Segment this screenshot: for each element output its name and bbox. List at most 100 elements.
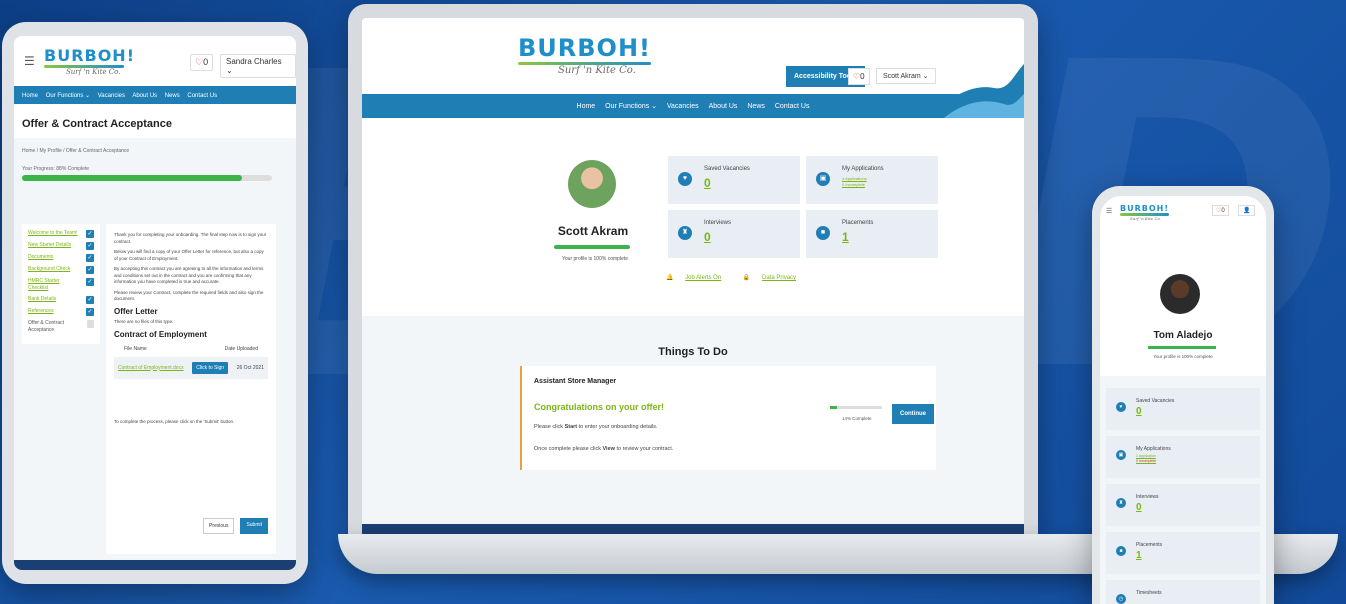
submit-button[interactable]: Submit xyxy=(240,517,268,534)
check-icon: ✓ xyxy=(86,266,94,274)
nav-home[interactable]: Home xyxy=(577,103,596,110)
tablet-header: ☰ BURBOH! Surf 'n Kite Co. ♡0 Sandra Cha… xyxy=(14,36,296,86)
nav-news[interactable]: News xyxy=(747,103,765,110)
phone-device: ☰ BURBOH! Surf 'n Kite Co. ♡0 👤 Tom Alad… xyxy=(1092,186,1274,604)
nav-contact-us[interactable]: Contact Us xyxy=(775,103,810,110)
interviews-card[interactable]: ♜ Interviews 0 xyxy=(668,210,800,258)
saved-button[interactable]: ♡0 xyxy=(1212,205,1229,216)
placements-card[interactable]: ■ Placements 1 xyxy=(806,210,938,258)
tablet-screen: ☰ BURBOH! Surf 'n Kite Co. ♡0 Sandra Cha… xyxy=(14,36,296,570)
user-menu[interactable]: 👤 xyxy=(1238,205,1256,216)
laptop-screen: BURBOH! Surf 'n Kite Co. Accessibility T… xyxy=(362,18,1024,536)
continue-button[interactable]: Continue xyxy=(892,404,934,424)
user-icon: 👤 xyxy=(1243,208,1251,214)
my-applications-card[interactable]: ▣ My Applications 4 Applications 0 Incomp… xyxy=(806,156,938,204)
heart-icon: ♥ xyxy=(678,172,692,186)
main-nav: Home Our Functions ⌄ Vacancies About Us … xyxy=(362,64,1024,118)
previous-button[interactable]: Previous xyxy=(202,517,235,534)
timesheets-card[interactable]: ◷ Timesheets xyxy=(1106,580,1260,604)
saved-vacancies-card[interactable]: ♥ Saved Vacancies 0 xyxy=(1106,388,1260,430)
nav-vacancies[interactable]: Vacancies xyxy=(98,93,125,99)
user-menu[interactable]: Sandra Charles ⌄ xyxy=(220,54,296,78)
file-row: Contract of Employment.docx Click to Sig… xyxy=(114,356,268,379)
step-item[interactable]: References ✓ xyxy=(28,308,94,316)
form-buttons: Previous Submit xyxy=(202,517,268,534)
title-bar: Offer & Contract Acceptance xyxy=(14,104,296,138)
nav-our-functions[interactable]: Our Functions ⌄ xyxy=(605,103,657,110)
step-item[interactable]: Bank Details ✓ xyxy=(28,296,94,304)
tablet-device: ☰ BURBOH! Surf 'n Kite Co. ♡0 Sandra Cha… xyxy=(2,22,308,584)
profile-section: Scott Akram Your profile is 100% complet… xyxy=(362,118,1024,316)
bell-icon: 🔔 xyxy=(666,275,674,281)
saved-vacancies-card[interactable]: ♥ Saved Vacancies 0 xyxy=(668,156,800,204)
check-icon: ✓ xyxy=(86,296,94,304)
page-title: Offer & Contract Acceptance xyxy=(22,118,172,130)
wave-decor xyxy=(924,64,1024,118)
nav-our-functions[interactable]: Our Functions ⌄ xyxy=(46,93,90,99)
lock-icon: 🔒 xyxy=(742,275,751,281)
things-to-do-heading: Things To Do xyxy=(658,346,728,358)
saved-button[interactable]: ♡0 xyxy=(848,68,870,85)
heart-icon: ♥ xyxy=(1116,402,1126,412)
breadcrumb[interactable]: Home / My Profile / Offer & Contract Acc… xyxy=(14,138,296,158)
offer-heading: Offer Letter xyxy=(114,306,158,316)
logo[interactable]: BURBOH! Surf 'n Kite Co. xyxy=(518,34,651,76)
nav-contact-us[interactable]: Contact Us xyxy=(187,93,217,99)
nav-home[interactable]: Home xyxy=(22,93,38,99)
nav-vacancies[interactable]: Vacancies xyxy=(667,103,699,110)
phone-screen: ☰ BURBOH! Surf 'n Kite Co. ♡0 👤 Tom Alad… xyxy=(1100,196,1266,604)
chair-icon: ♜ xyxy=(678,226,692,240)
profile-progress xyxy=(554,245,630,249)
menu-icon[interactable]: ☰ xyxy=(1106,207,1112,215)
steps-list: Welcome to the Team! ✓ New Starter Detail… xyxy=(22,224,100,344)
nav-about-us[interactable]: About Us xyxy=(132,93,157,99)
check-icon: ✓ xyxy=(86,278,94,286)
check-icon: ✓ xyxy=(86,242,94,250)
nav-about-us[interactable]: About Us xyxy=(709,103,738,110)
contract-panel: Thank you for completing your onboarding… xyxy=(106,224,276,554)
onboarding-body: Welcome to the Team! ✓ New Starter Detail… xyxy=(22,224,276,554)
menu-icon[interactable]: ☰ xyxy=(24,54,35,68)
avatar xyxy=(1160,274,1200,314)
phone-header: ☰ BURBOH! Surf 'n Kite Co. ♡0 👤 xyxy=(1100,196,1266,226)
main-nav: Home Our Functions ⌄ Vacancies About Us … xyxy=(14,86,296,104)
profile-links: 🔔 Job Alerts On 🔒 Data Privacy xyxy=(666,274,816,281)
job-alerts-link[interactable]: 🔔 Job Alerts On xyxy=(666,275,731,281)
briefcase-icon: ■ xyxy=(816,226,830,240)
todo-job-title: Assistant Store Manager xyxy=(534,378,617,385)
progress-label: Your Progress: 88% Complete xyxy=(22,166,90,172)
step-item[interactable]: New Starter Details ✓ xyxy=(28,242,94,250)
clipboard-icon: ▣ xyxy=(1116,450,1126,460)
interviews-card[interactable]: ♜ Interviews 0 xyxy=(1106,484,1260,526)
briefcase-icon: ■ xyxy=(1116,546,1126,556)
todo-congrats: Congratulations on your offer! xyxy=(534,402,664,412)
avatar xyxy=(568,160,616,208)
step-item[interactable]: Background Check ✓ xyxy=(28,266,94,274)
step-item[interactable]: Welcome to the Team! ✓ xyxy=(28,230,94,238)
logo[interactable]: BURBOH! Surf 'n Kite Co. xyxy=(44,46,134,76)
my-applications-card[interactable]: ▣ My Applications 1 Application 0 Incompl… xyxy=(1106,436,1260,478)
heart-icon: ♡ xyxy=(195,57,204,67)
placements-card[interactable]: ■ Placements 1 xyxy=(1106,532,1260,574)
file-link[interactable]: Contract of Employment.docx xyxy=(118,365,184,372)
todo-card: Assistant Store Manager Congratulations … xyxy=(520,366,936,470)
saved-button[interactable]: ♡0 xyxy=(190,54,214,71)
step-item-current[interactable]: Offer & Contract Acceptance xyxy=(28,320,94,334)
progress-fill xyxy=(22,175,242,181)
check-icon: ✓ xyxy=(86,308,94,316)
click-to-sign-button[interactable]: Click to Sign xyxy=(192,361,229,374)
todo-progress-label: 14% Complete xyxy=(842,416,872,421)
check-icon: ✓ xyxy=(86,254,94,262)
step-item[interactable]: HMRC Starter Checklist ✓ xyxy=(28,278,94,292)
chair-icon: ♜ xyxy=(1116,498,1126,508)
check-icon: ✓ xyxy=(86,230,94,238)
nav-news[interactable]: News xyxy=(165,93,180,99)
step-item[interactable]: Documents ✓ xyxy=(28,254,94,262)
laptop-device: BURBOH! Surf 'n Kite Co. Accessibility T… xyxy=(348,4,1038,536)
logo[interactable]: BURBOH! Surf 'n Kite Co. xyxy=(1120,204,1169,221)
footer xyxy=(14,560,296,570)
clipboard-icon: ▣ xyxy=(816,172,830,186)
profile-complete-text: Your profile is 100% complete xyxy=(562,256,628,262)
data-privacy-link[interactable]: 🔒 Data Privacy xyxy=(743,275,806,281)
todo-progress-fill xyxy=(830,406,838,409)
